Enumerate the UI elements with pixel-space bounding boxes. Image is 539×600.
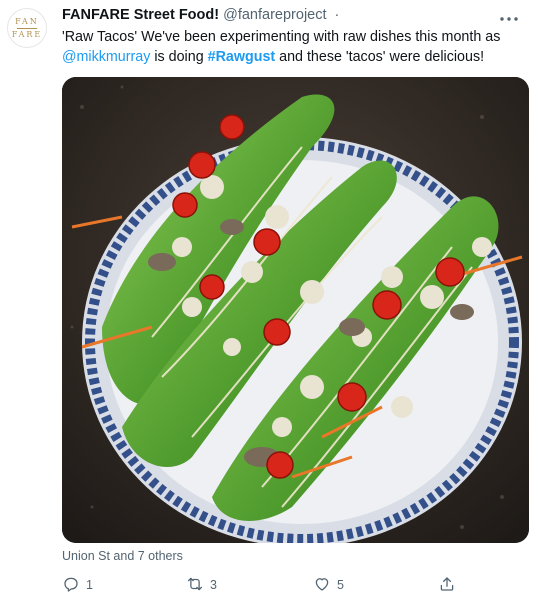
avatar-divider [17, 27, 37, 29]
share-button[interactable] [438, 574, 456, 596]
raw-tacos-photo-illustration [62, 77, 529, 543]
share-icon [438, 575, 456, 596]
reply-count: 1 [86, 578, 93, 592]
tagged-people[interactable]: Union St and 7 others [62, 549, 183, 563]
mention-link[interactable]: @mikkmurray [62, 49, 150, 65]
retweet-count: 3 [210, 578, 217, 592]
tweet-text-part3: and these 'tacos' were delicious! [275, 49, 485, 65]
like-button[interactable]: 5 [313, 574, 344, 596]
separator-dot: · [334, 7, 340, 23]
reply-button[interactable]: 1 [62, 574, 93, 596]
tweet-photo[interactable] [62, 77, 529, 543]
tweet-actions: 1 3 5 [62, 574, 472, 596]
like-count: 5 [337, 578, 344, 592]
like-heart-icon [313, 575, 331, 596]
retweet-icon [186, 575, 204, 596]
tweet-header: FANFARE Street Food! @fanfareproject · [62, 7, 529, 27]
profile-avatar[interactable]: FAN FARE [7, 8, 47, 48]
more-horizontal-icon[interactable] [499, 9, 519, 27]
retweet-button[interactable]: 3 [186, 574, 217, 596]
tweet-text-part2: is doing [150, 49, 208, 65]
avatar-text-bottom: FARE [11, 29, 43, 39]
user-handle[interactable]: @fanfareproject [223, 7, 326, 23]
display-name[interactable]: FANFARE Street Food! [62, 7, 219, 23]
tweet-text-part1: 'Raw Tacos' We've been experimenting wit… [62, 29, 501, 45]
reply-icon [62, 575, 80, 596]
tweet-text: 'Raw Tacos' We've been experimenting wit… [62, 27, 522, 67]
avatar-text-top: FAN [15, 16, 39, 26]
hashtag-link[interactable]: #Rawgust [208, 49, 276, 65]
